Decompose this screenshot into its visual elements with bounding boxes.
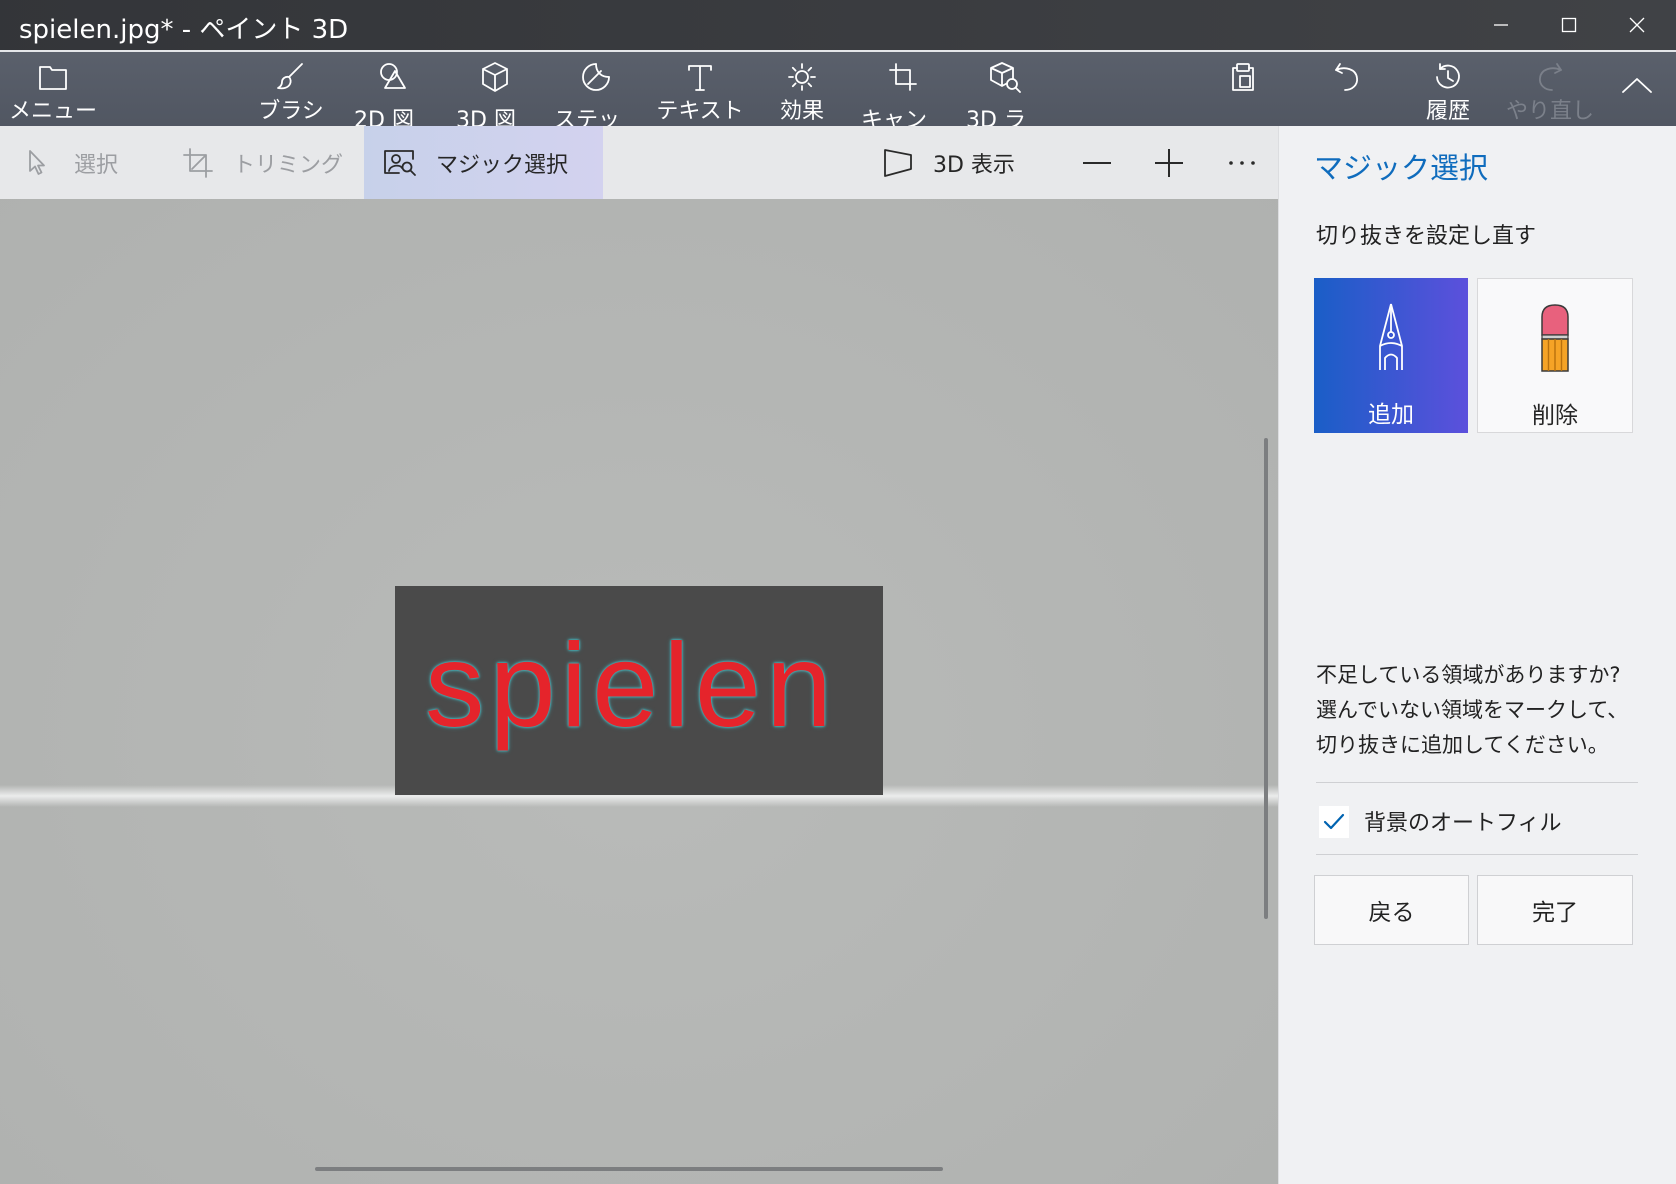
minimize-icon [1494,24,1508,26]
divider [1316,782,1638,783]
crop-label: トリミング [233,152,344,178]
3d-view-icon [881,147,915,179]
select-button[interactable]: 選択 [14,126,118,199]
checkmark-icon [1323,813,1345,830]
ribbon-canvas-label: キャン [860,108,927,126]
refine-heading: 切り抜きを設定し直す [1316,224,1537,249]
help-line: 選んでいない領域をマークして、 [1316,698,1629,722]
chevron-up-icon [1620,68,1654,102]
done-button[interactable]: 完了 [1477,875,1633,945]
magic-select-icon [383,147,417,179]
eraser-icon [1535,303,1575,375]
effects-icon [785,60,819,94]
add-mode-button[interactable]: 追加 [1314,278,1468,433]
ribbon-effects[interactable]: 効果 [750,52,854,126]
window-title: spielen.jpg* - ペイント 3D [19,15,349,45]
history-icon [1431,60,1465,94]
stickers-icon [579,60,613,94]
3d-library-icon [988,60,1022,94]
autofill-label[interactable]: 背景のオートフィル [1364,809,1562,839]
tool-options-bar: 選択 トリミング マジック選択 3D 表示 [0,126,1278,199]
undo-icon [1330,60,1364,94]
ribbon-collapse-button[interactable] [1585,52,1676,126]
3d-view-button[interactable]: 3D 表示 [871,126,1015,199]
ribbon-menu[interactable]: メニュー [1,52,105,126]
close-icon [1629,17,1645,33]
ribbon-2d-shapes[interactable]: 2D 図 [341,52,445,126]
ribbon-2d-shapes-label: 2D 図 [354,108,414,126]
ribbon-history-label: 履歴 [1425,99,1470,124]
crop-icon [182,147,214,179]
close-button[interactable] [1605,0,1669,50]
pen-add-icon [1371,302,1411,374]
ribbon-undo[interactable] [1295,52,1399,126]
2d-shapes-icon [376,60,410,94]
remove-mode-button[interactable]: 削除 [1477,278,1633,433]
help-text: 不足している領域がありますか? 選んでいない領域をマークして、 切り抜きに追加し… [1316,658,1666,763]
ribbon-paste[interactable] [1191,52,1295,126]
plus-icon [1155,148,1183,177]
redo-icon [1533,60,1567,94]
ribbon-text-label: テキスト [656,99,744,124]
ribbon-3d-shapes[interactable]: 3D 図 [443,52,547,126]
ribbon: メニュー ブラシ 2D 図 3D 図 ステッ テキスト 効果 キャン 3D ラ … [0,52,1676,126]
ribbon-menu-label: メニュー [8,99,97,124]
minus-icon [1083,161,1111,164]
select-cursor-icon [24,148,50,178]
ribbon-text[interactable]: テキスト [648,52,752,126]
more-options-button[interactable] [1212,126,1272,199]
ribbon-history[interactable]: 履歴 [1396,52,1500,126]
ribbon-stickers[interactable]: ステッ [544,52,648,126]
ribbon-effects-label: 効果 [779,99,824,124]
divider [1316,854,1638,855]
maximize-button[interactable] [1537,0,1601,50]
remove-mode-label: 削除 [1532,403,1578,429]
title-bar: spielen.jpg* - ペイント 3D [0,0,1676,50]
ribbon-stickers-label: ステッ [553,108,620,126]
3d-view-label: 3D 表示 [933,152,1015,178]
maximize-icon [1561,17,1577,33]
crop-button[interactable]: トリミング [172,126,343,199]
vertical-scrollbar[interactable] [1264,438,1268,919]
ribbon-brushes[interactable]: ブラシ [239,52,343,126]
folder-icon [36,60,70,94]
zoom-in-button[interactable] [1139,126,1199,199]
canvas-icon [886,60,920,94]
magic-select-button[interactable]: マジック選択 [364,126,603,199]
ribbon-3d-library[interactable]: 3D ラ [953,52,1057,126]
zoom-out-button[interactable] [1067,126,1127,199]
help-line: 切り抜きに追加してください。 [1316,733,1609,757]
text-icon [683,60,717,94]
minimize-button[interactable] [1469,0,1533,50]
horizontal-scrollbar[interactable] [315,1167,943,1171]
back-button[interactable]: 戻る [1314,875,1469,945]
ribbon-canvas[interactable]: キャン [851,52,955,126]
3d-shapes-icon [478,60,512,94]
help-line: 不足している領域がありますか? [1316,663,1621,687]
magic-select-label: マジック選択 [436,152,569,178]
ribbon-3d-library-label: 3D ラ [966,108,1026,126]
select-label: 選択 [74,152,119,178]
canvas-image-text: spielen [425,619,838,752]
ribbon-brushes-label: ブラシ [258,99,324,124]
canvas-image[interactable]: spielen [395,586,883,795]
ribbon-3d-shapes-label: 3D 図 [456,108,516,126]
paste-icon [1226,60,1260,94]
autofill-checkbox[interactable] [1319,806,1349,838]
panel-title: マジック選択 [1314,151,1489,185]
magic-select-panel: マジック選択 切り抜きを設定し直す 追加 削除 不足している領域がありますか? [1278,126,1676,1184]
add-mode-label: 追加 [1368,402,1414,428]
more-icon [1229,160,1255,165]
canvas-area[interactable]: spielen [0,199,1278,1184]
brush-icon [274,60,308,94]
